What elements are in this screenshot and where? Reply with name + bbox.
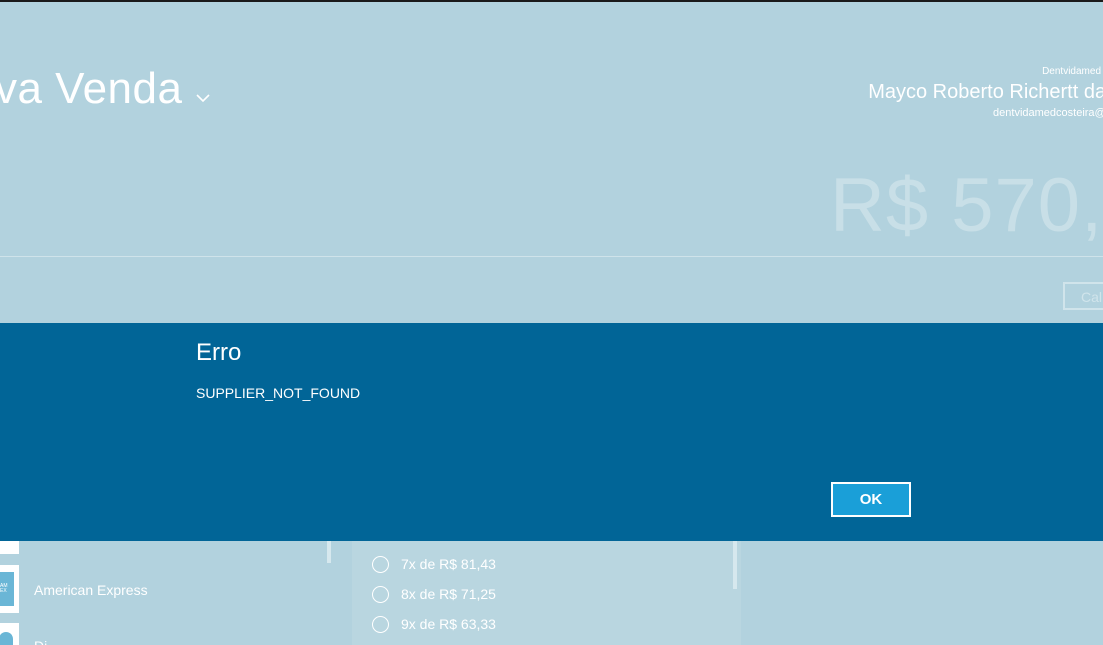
installment-label: 7x de R$ 81,43 [401,556,496,572]
payment-method-next[interactable]: Di [34,638,47,645]
payment-method-american-express[interactable]: American Express [34,582,148,598]
installments-panel: 7x de R$ 81,43 8x de R$ 71,25 9x de R$ 6… [352,541,741,645]
card-logo[interactable] [0,541,19,554]
calculate-button[interactable]: Cal [1063,282,1103,310]
radio-button[interactable] [372,556,389,573]
card-logo[interactable] [0,623,19,645]
error-dialog: Erro SUPPLIER_NOT_FOUND OK [0,323,1103,541]
radio-button[interactable] [372,586,389,603]
ok-button[interactable]: OK [831,482,911,517]
user-name: Mayco Roberto Richertt da S [868,81,1103,103]
user-email: dentvidamedcosteira@gm [993,107,1103,119]
scrollbar[interactable] [327,541,331,563]
scrollbar[interactable] [733,541,737,589]
installment-label: 9x de R$ 63,33 [401,616,496,632]
radio-button[interactable] [372,616,389,633]
amex-logo-icon[interactable]: AM EX [0,565,19,613]
payment-method-list: AMEX American Express Di [0,541,340,645]
sale-total: R$ 570,0 [830,163,1103,248]
top-border [0,0,1103,2]
divider [0,256,1103,257]
company-name: Dentvidamed C [1042,66,1103,77]
chevron-down-icon[interactable] [195,92,211,104]
dialog-message: SUPPLIER_NOT_FOUND [196,385,361,401]
dialog-title: Erro [196,339,242,366]
installment-label: 8x de R$ 71,25 [401,586,496,602]
page-title[interactable]: ova Venda [0,64,182,114]
